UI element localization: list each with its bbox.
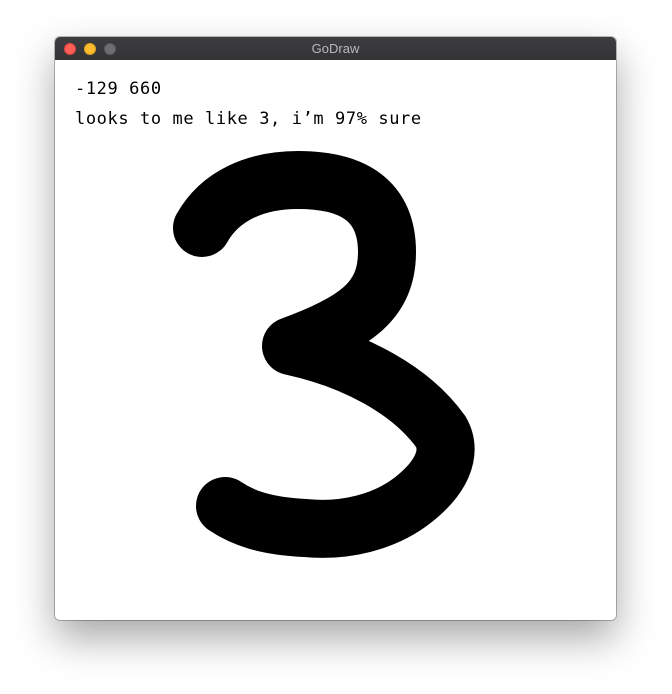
drawing-canvas[interactable] (55, 60, 616, 620)
window-title: GoDraw (311, 41, 360, 56)
cursor-coordinates: -129 660 (75, 79, 162, 99)
title-bar[interactable]: GoDraw (55, 37, 616, 61)
app-window: GoDraw -129 660 looks to me like 3, i’m … (55, 37, 616, 620)
prediction-text: looks to me like 3, i’m 97% sure (75, 109, 422, 129)
drawing-area[interactable]: -129 660 looks to me like 3, i’m 97% sur… (55, 60, 616, 620)
drawn-digit-stroke (173, 151, 475, 558)
